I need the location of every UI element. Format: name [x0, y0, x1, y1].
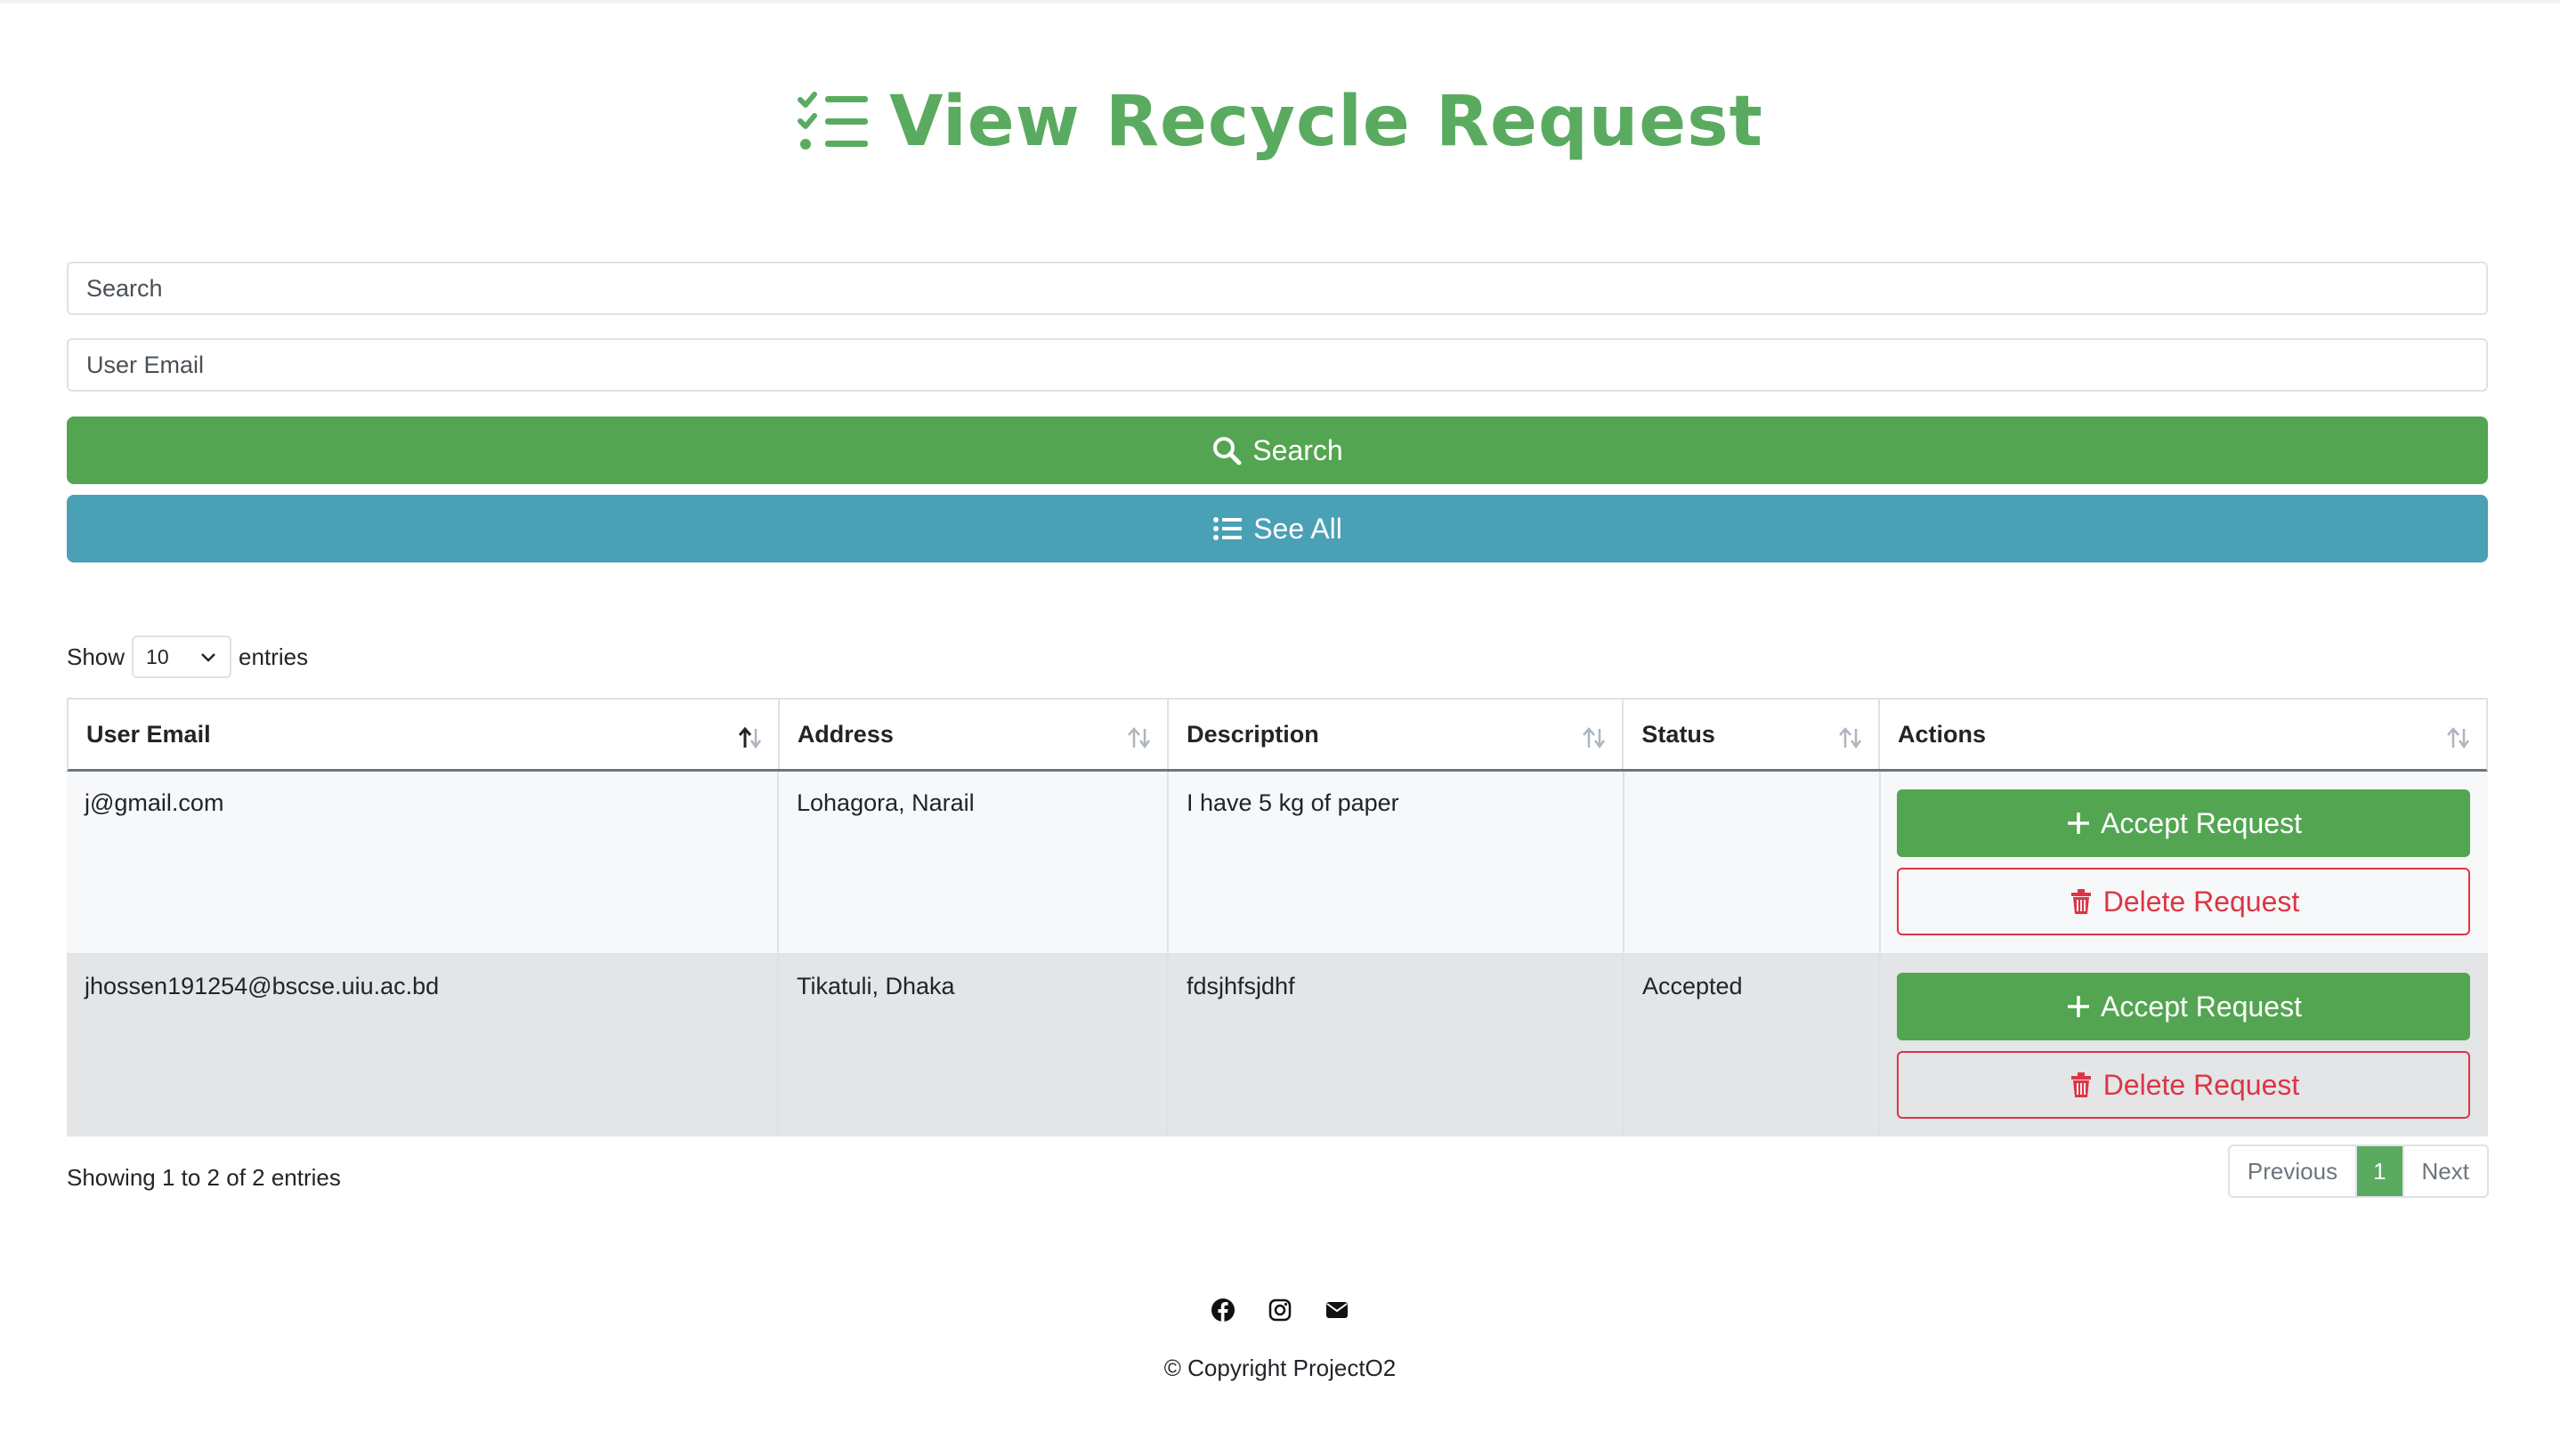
chevron-down-icon	[201, 653, 215, 662]
show-entries-control: Show 10 entries	[67, 635, 308, 678]
facebook-icon[interactable]	[1211, 1298, 1235, 1323]
copyright-text: © Copyright ProjectO2	[1163, 1355, 1397, 1381]
cell-actions: Accept Request Delete Request	[1881, 955, 2488, 1136]
header-actions-label: Actions	[1898, 720, 1987, 748]
search-icon	[1213, 437, 1242, 465]
header-user-email-label: User Email	[86, 720, 211, 748]
accept-request-button[interactable]: Accept Request	[1897, 973, 2470, 1040]
cell-status: Accepted	[1624, 955, 1881, 1136]
cell-address: Tikatuli, Dhaka	[779, 955, 1169, 1136]
header-description-label: Description	[1187, 720, 1319, 748]
entries-select-value: 10	[146, 644, 169, 668]
cell-actions: Accept Request Delete Request	[1881, 772, 2488, 953]
show-label: Show	[67, 643, 126, 670]
see-all-button-label: See All	[1253, 512, 1342, 545]
entries-select[interactable]: 10	[132, 635, 232, 678]
pagination: Previous 1 Next	[2227, 1145, 2489, 1198]
list-check-icon	[798, 92, 869, 150]
cell-user-email: jhossen191254@bscse.uiu.ac.bd	[67, 955, 779, 1136]
social-links	[0, 1298, 2560, 1323]
see-all-button[interactable]: See All	[67, 495, 2488, 562]
header-description[interactable]: Description	[1169, 700, 1624, 769]
sort-icon	[1128, 727, 1151, 749]
table-header: User Email Address Description Status Ac…	[67, 700, 2488, 772]
header-address[interactable]: Address	[779, 700, 1170, 769]
sort-icon	[1839, 727, 1862, 749]
cell-address: Lohagora, Narail	[779, 772, 1169, 953]
accept-request-button[interactable]: Accept Request	[1897, 789, 2470, 857]
plus-icon	[2068, 996, 2090, 1017]
delete-request-button[interactable]: Delete Request	[1897, 1051, 2470, 1119]
cell-user-email: j@gmail.com	[67, 772, 779, 953]
delete-request-label: Delete Request	[2102, 885, 2300, 918]
header-status[interactable]: Status	[1624, 700, 1881, 769]
pagination-page-1[interactable]: 1	[2357, 1146, 2404, 1196]
delete-request-label: Delete Request	[2102, 1068, 2300, 1101]
table-row: jhossen191254@bscse.uiu.ac.bd Tikatuli, …	[67, 955, 2488, 1136]
search-input[interactable]: Search	[67, 262, 2488, 315]
accept-request-label: Accept Request	[2101, 990, 2302, 1023]
page: View Recycle Request Search User Email S…	[0, 4, 2560, 1456]
list-icon	[1213, 517, 1243, 540]
plus-icon	[2068, 813, 2090, 834]
cell-description: fdsjhfsjdhf	[1169, 955, 1624, 1136]
sort-icon	[1583, 727, 1606, 749]
requests-table: User Email Address Description Status Ac…	[67, 698, 2488, 1136]
entries-label: entries	[239, 643, 309, 670]
page-title: View Recycle Request	[0, 82, 2560, 162]
page-title-text: View Recycle Request	[889, 82, 1763, 162]
cell-description: I have 5 kg of paper	[1169, 772, 1624, 953]
accept-request-label: Accept Request	[2101, 806, 2302, 839]
search-input-placeholder: Search	[86, 274, 163, 302]
delete-request-button[interactable]: Delete Request	[1897, 868, 2470, 935]
instagram-icon[interactable]	[1268, 1298, 1292, 1323]
header-address-label: Address	[797, 720, 894, 748]
trash-icon	[2070, 889, 2091, 914]
search-button[interactable]: Search	[67, 417, 2488, 484]
pagination-next[interactable]: Next	[2403, 1146, 2487, 1196]
sort-asc-icon	[738, 726, 761, 749]
trash-icon	[2070, 1072, 2091, 1097]
user-email-input[interactable]: User Email	[67, 338, 2488, 392]
header-user-email[interactable]: User Email	[69, 700, 780, 769]
header-actions[interactable]: Actions	[1880, 700, 2486, 769]
search-button-label: Search	[1252, 433, 1343, 466]
cell-status	[1624, 772, 1881, 953]
envelope-icon[interactable]	[1325, 1298, 1349, 1323]
table-row: j@gmail.com Lohagora, Narail I have 5 kg…	[67, 772, 2488, 955]
pagination-previous[interactable]: Previous	[2229, 1146, 2358, 1196]
sort-icon	[2447, 727, 2470, 749]
user-email-placeholder: User Email	[86, 351, 205, 378]
table-info: Showing 1 to 2 of 2 entries	[67, 1164, 341, 1191]
header-status-label: Status	[1641, 720, 1715, 748]
